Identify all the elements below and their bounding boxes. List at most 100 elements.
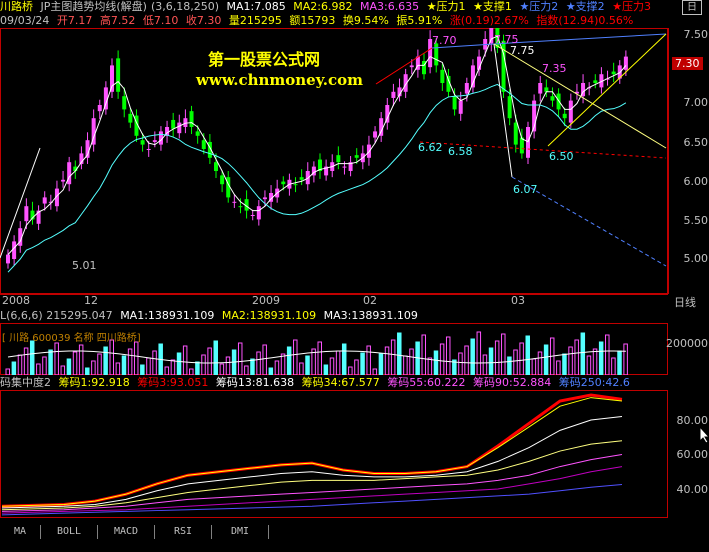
volume-bar[interactable]	[458, 352, 463, 375]
tab-rsi[interactable]: RSI	[155, 525, 212, 539]
volume-bar[interactable]	[366, 345, 371, 375]
volume-bar[interactable]	[482, 354, 488, 375]
volume-bar[interactable]	[115, 362, 121, 375]
volume-bar[interactable]	[286, 346, 292, 375]
volume-bar[interactable]	[11, 361, 17, 375]
volume-bar[interactable]	[5, 368, 10, 375]
volume-bar[interactable]	[605, 334, 610, 375]
volume-bar[interactable]	[611, 357, 616, 375]
volume-bar[interactable]	[378, 353, 384, 375]
volume-bar[interactable]	[543, 344, 549, 375]
tab-macd[interactable]: MACD	[98, 525, 155, 539]
candle[interactable]	[195, 125, 200, 144]
volume-bar[interactable]	[623, 343, 628, 375]
volume-bar[interactable]	[170, 359, 176, 375]
volume-bar[interactable]	[60, 365, 66, 375]
chip-concentration-lines[interactable]	[0, 390, 668, 518]
candle[interactable]	[532, 94, 537, 139]
volume-bar[interactable]	[439, 343, 445, 375]
volume-bar[interactable]	[556, 360, 561, 375]
volume-bar[interactable]	[78, 344, 84, 375]
candle[interactable]	[348, 156, 353, 177]
candle[interactable]	[275, 179, 280, 203]
candle[interactable]	[611, 62, 616, 83]
volume-bar[interactable]	[329, 357, 335, 375]
candle[interactable]	[171, 112, 176, 137]
candle[interactable]	[513, 114, 518, 153]
candle[interactable]	[415, 49, 420, 78]
volume-bar[interactable]	[103, 346, 108, 375]
candle[interactable]	[6, 249, 10, 269]
volume-bar[interactable]	[213, 340, 218, 375]
volume-bar[interactable]	[617, 350, 622, 375]
volume-bar[interactable]	[36, 363, 41, 375]
candle[interactable]	[574, 83, 579, 100]
volume-bar[interactable]	[189, 368, 194, 375]
candle[interactable]	[403, 68, 408, 98]
candle[interactable]	[189, 105, 194, 135]
candle[interactable]	[550, 87, 555, 107]
volume-bar[interactable]	[397, 332, 402, 375]
volume-bar[interactable]	[403, 355, 408, 375]
volume-bar[interactable]	[507, 356, 512, 375]
candle[interactable]	[67, 156, 72, 192]
volume-bar[interactable]	[244, 365, 249, 375]
volume-bar[interactable]	[348, 366, 353, 375]
volume-bar[interactable]	[72, 351, 78, 375]
volume-bar[interactable]	[274, 360, 280, 375]
candle[interactable]	[299, 169, 304, 186]
volume-bar[interactable]	[525, 335, 530, 375]
candle[interactable]	[244, 190, 249, 219]
volume-bar[interactable]	[341, 343, 347, 375]
volume-bar[interactable]	[262, 344, 267, 375]
volume-bar[interactable]	[568, 346, 573, 375]
volume-bar[interactable]	[488, 347, 494, 375]
candle[interactable]	[256, 200, 261, 226]
candle[interactable]	[305, 162, 310, 191]
volume-bar[interactable]	[23, 347, 29, 375]
candle[interactable]	[293, 177, 298, 193]
volume-bar[interactable]	[421, 334, 426, 375]
volume-bar[interactable]	[445, 336, 451, 375]
candle[interactable]	[324, 159, 329, 181]
tab-ma[interactable]: MA	[0, 525, 41, 539]
volume-bar[interactable]	[299, 362, 304, 375]
candle[interactable]	[379, 112, 384, 142]
volume-bar[interactable]	[140, 364, 145, 375]
volume-bar[interactable]	[121, 355, 127, 375]
candle[interactable]	[318, 153, 322, 179]
candle[interactable]	[593, 74, 598, 89]
volume-bar[interactable]	[256, 351, 261, 375]
volume-bar[interactable]	[513, 349, 518, 375]
volume-bar[interactable]	[146, 357, 151, 375]
volume-bar[interactable]	[164, 366, 170, 375]
candle[interactable]	[250, 209, 255, 221]
volume-bar[interactable]	[250, 358, 255, 375]
volume-bar[interactable]	[390, 339, 396, 375]
candle[interactable]	[385, 97, 390, 130]
candle[interactable]	[110, 58, 114, 98]
volume-bar[interactable]	[225, 356, 231, 375]
stock-name[interactable]: 川路桥	[0, 0, 33, 13]
period-label[interactable]: 日线	[674, 294, 696, 310]
candle[interactable]	[103, 81, 108, 115]
candle[interactable]	[207, 134, 212, 164]
volume-bar[interactable]	[17, 354, 23, 375]
volume-bar[interactable]	[537, 351, 543, 375]
candle[interactable]	[79, 146, 84, 170]
volume-bar[interactable]	[219, 363, 225, 375]
tab-dmi[interactable]: DMI	[212, 525, 269, 539]
volume-bar[interactable]	[580, 332, 586, 375]
candle[interactable]	[24, 198, 29, 230]
candle[interactable]	[36, 205, 41, 230]
candle[interactable]	[538, 75, 543, 102]
candle[interactable]	[85, 132, 90, 164]
volume-bar[interactable]	[354, 359, 359, 375]
volume-bar[interactable]	[54, 342, 59, 375]
volume-bar[interactable]	[176, 352, 182, 375]
tab-boll[interactable]: BOLL	[41, 525, 98, 539]
volume-bar[interactable]	[476, 331, 482, 375]
volume-bar[interactable]	[152, 350, 157, 375]
volume-bar[interactable]	[562, 353, 567, 375]
candle[interactable]	[336, 146, 341, 170]
